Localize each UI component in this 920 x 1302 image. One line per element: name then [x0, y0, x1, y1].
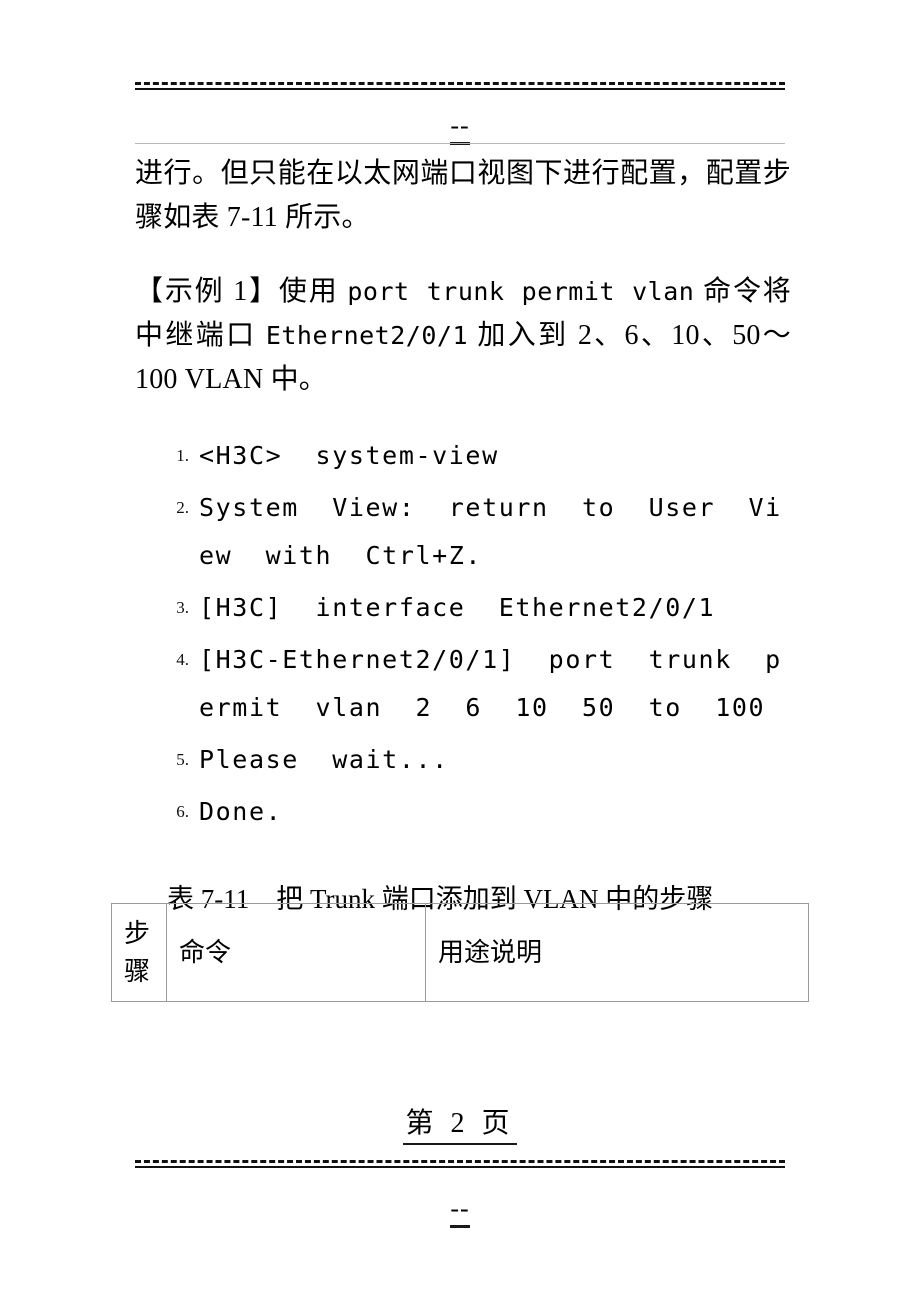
page-number: 第 2 页 — [0, 1108, 920, 1145]
cli-session-list: 1. <H3C> system-view 2. System View: ret… — [155, 432, 795, 840]
steps-table: 步骤 命令 用途说明 — [111, 903, 809, 1002]
table-header-command: 命令 — [166, 903, 426, 1002]
table-row: 步骤 命令 用途说明 — [111, 903, 809, 1002]
example-label-prefix: 【示例 1】使用 — [135, 276, 348, 307]
list-item-code: <H3C> system-view — [199, 441, 499, 470]
list-item-number: 5. — [176, 750, 189, 769]
list-item: 3. [H3C] interface Ethernet2/0/1 — [155, 584, 795, 632]
list-item: 4. [H3C-Ethernet2/0/1] port trunk permit… — [155, 636, 795, 732]
header-solid-rule — [135, 88, 785, 90]
header-thin-rule — [135, 143, 785, 144]
table-header-step: 步骤 — [111, 903, 167, 1002]
list-item-number: 6. — [176, 802, 189, 821]
list-item-code: [H3C] interface Ethernet2/0/1 — [199, 593, 716, 622]
list-item: 6. Done. — [155, 788, 795, 836]
footer-rule-group — [135, 1160, 785, 1168]
list-item: 1. <H3C> system-view — [155, 432, 795, 480]
header-dashed-rule — [135, 82, 785, 85]
header-rule-group — [135, 82, 785, 90]
list-item-number: 4. — [176, 650, 189, 669]
list-item-number: 1. — [176, 446, 189, 465]
list-item: 5. Please wait... — [155, 736, 795, 784]
list-item-code: Please wait... — [199, 745, 449, 774]
list-item: 2. System View: return to User View with… — [155, 484, 795, 580]
header-dash-mark: -- — [0, 111, 920, 145]
footer-dashed-rule — [135, 1160, 785, 1163]
example-command: port trunk permit vlan — [347, 277, 695, 306]
list-item-number: 2. — [176, 498, 189, 517]
page-number-text: 第 2 页 — [403, 1108, 517, 1145]
footer-dash-mark: -- — [0, 1194, 920, 1228]
header-dash-mark-text: -- — [450, 111, 470, 145]
paragraph-示例1: 【示例 1】使用 port trunk permit vlan 命令将中继端口 … — [135, 270, 791, 402]
paragraph-配置步骤: 进行。但只能在以太网端口视图下进行配置，配置步骤如表 7-11 所示。 — [135, 152, 791, 240]
footer-dash-mark-text: -- — [450, 1194, 470, 1228]
table-header-description: 用途说明 — [425, 903, 809, 1002]
paragraph-1-text: 进行。但只能在以太网端口视图下进行配置，配置步骤如表 7-11 所示。 — [135, 158, 791, 233]
list-item-code: System View: return to User View with Ct… — [199, 493, 782, 570]
document-page: -- 进行。但只能在以太网端口视图下进行配置，配置步骤如表 7-11 所示。 【… — [0, 0, 920, 1302]
list-item-code: [H3C-Ethernet2/0/1] port trunk permit vl… — [199, 645, 782, 722]
list-item-code: Done. — [199, 797, 283, 826]
list-item-number: 3. — [176, 598, 189, 617]
example-interface-name: Ethernet2/0/1 — [265, 321, 468, 350]
footer-solid-rule — [135, 1166, 785, 1168]
